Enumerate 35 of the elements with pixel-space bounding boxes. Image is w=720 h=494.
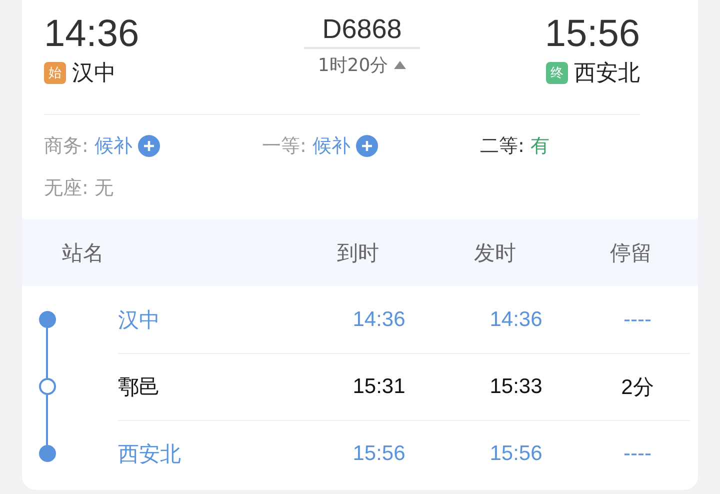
departure-time: 14:36 [44,14,140,54]
seat-availability: 有 [530,134,550,159]
stay-cell: ---- [624,308,652,332]
departure-cell: 15:33 [490,375,542,399]
station-cell-text: 鄠邑 [118,374,160,401]
arrival-time: 15:56 [544,14,640,54]
column-header: 站名 [62,240,104,266]
departure-cell: 14:36 [490,308,542,332]
arrival-cell: 15:31 [352,375,406,399]
end-badge: 终 [546,62,568,84]
column-header: 到时 [337,240,379,266]
seat-availability: 无 [94,176,114,201]
station-cell-text: 汉中 [118,307,160,334]
seat-availability: 候补 [94,134,132,159]
stay-cell-text: 2分 [621,375,654,401]
start-badge: 始 [44,62,66,84]
column-header: 停留 [610,240,652,266]
arrival-cell: 14:36 [352,308,406,332]
column-header: 发时 [474,240,516,266]
departure-station: 汉中 [72,60,116,88]
duration: 1时20分 [318,54,388,77]
departure-cell: 15:56 [490,442,542,466]
stay-cell: ---- [624,442,652,466]
seat-class: 二等: [480,134,524,159]
arrival-cell: 15:56 [352,442,406,466]
seat-class: 一等: [262,134,306,159]
arrival-station: 西安北 [574,60,640,88]
add-icon[interactable] [356,135,378,157]
seat-class: 商务: [44,134,88,159]
add-icon[interactable] [138,135,160,157]
caret-up-icon[interactable] [394,61,406,69]
seat-class: 无座: [44,176,88,201]
train-number: D6868 [304,14,420,49]
station-cell-text: 西安北 [118,441,181,468]
seat-availability: 候补 [312,134,350,159]
